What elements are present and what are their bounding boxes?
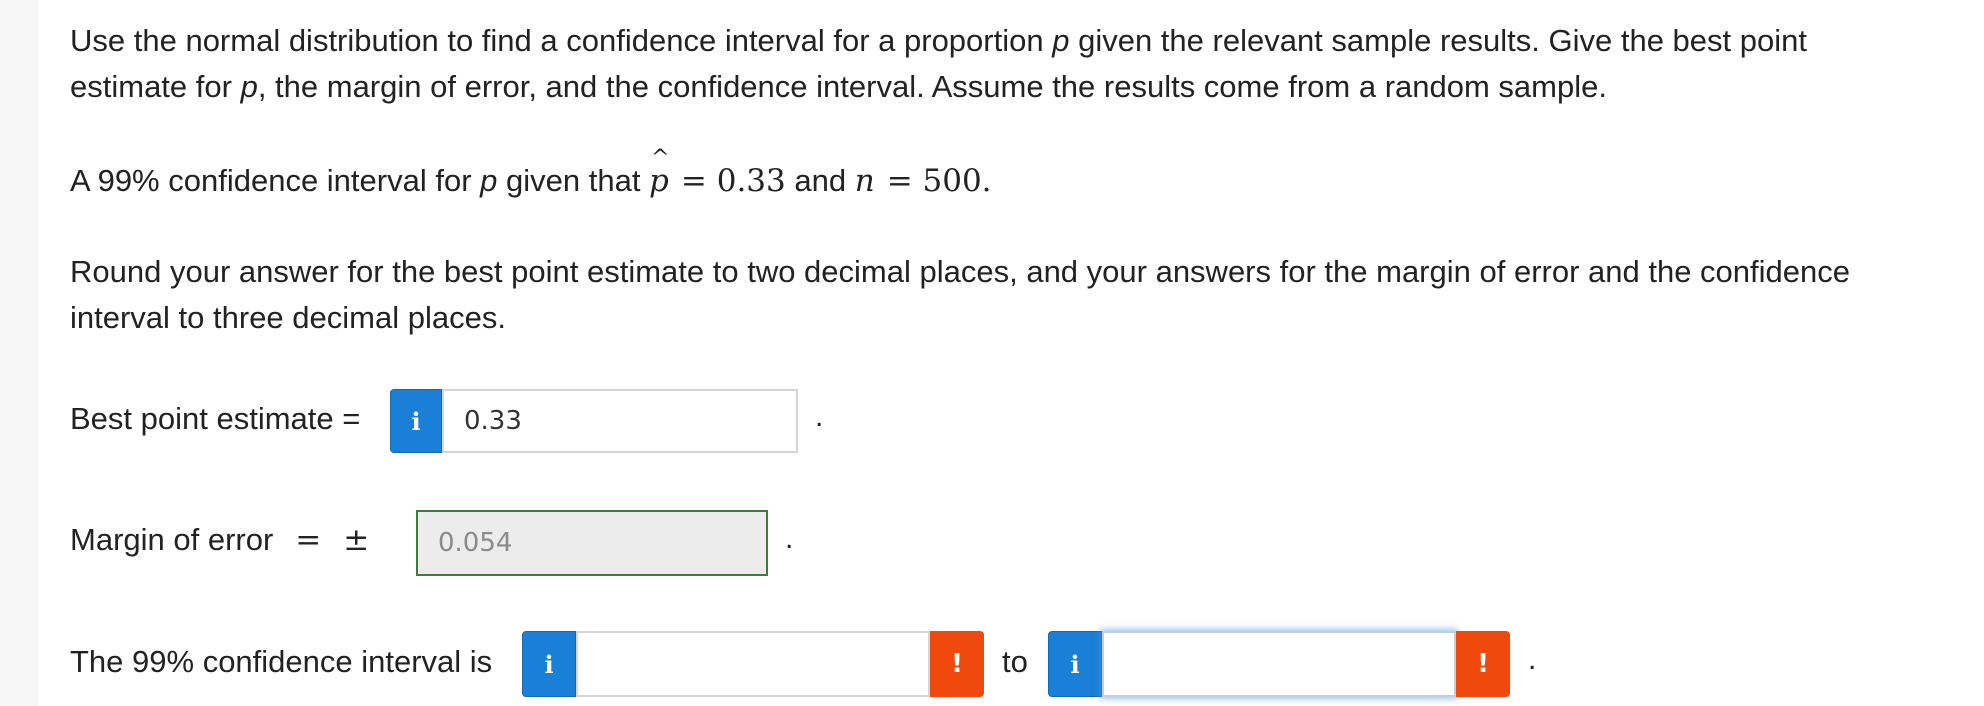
best-point-period: .: [815, 400, 824, 433]
problem-text: A 99% confidence interval for: [70, 163, 481, 198]
info-icon: i: [544, 649, 554, 679]
problem-statement: A 99% confidence interval for p given th…: [70, 146, 992, 204]
problem-text: and: [785, 163, 855, 198]
best-point-label: Best point estimate =: [70, 401, 361, 436]
intro-line-1: Use the normal distribution to find a co…: [70, 18, 1807, 64]
interval-lower-warning-button[interactable]: !: [930, 631, 984, 697]
n-symbol: n: [854, 163, 875, 199]
p-hat-value: = 0.33: [680, 163, 786, 199]
problem-text: given that: [497, 163, 650, 198]
info-icon: i: [411, 406, 421, 436]
confidence-interval-label: The 99% confidence interval is: [70, 644, 493, 679]
interval-upper-info-button[interactable]: i: [1048, 631, 1102, 697]
intro-text: Use the normal distribution to find a co…: [70, 23, 1053, 58]
n-value: = 500.: [886, 163, 992, 199]
margin-period: .: [785, 522, 794, 555]
variable-p: p: [240, 69, 258, 104]
rounding-instructions-line-1: Round your answer for the best point est…: [70, 249, 1850, 295]
best-point-info-button[interactable]: i: [390, 389, 442, 453]
best-point-value: 0.33: [464, 406, 522, 436]
margin-label-text: Margin of error: [70, 522, 274, 557]
hat-accent: ^: [651, 146, 670, 171]
exclamation-icon: !: [951, 649, 963, 679]
p-hat-symbol: ^ p: [649, 146, 669, 204]
exclamation-icon: !: [1477, 649, 1489, 679]
interval-lower-input[interactable]: [576, 631, 930, 697]
margin-of-error-input[interactable]: 0.054: [416, 510, 768, 576]
margin-of-error-value: 0.054: [438, 528, 513, 558]
intro-text: , the margin of error, and the confidenc…: [257, 69, 1607, 104]
rounding-text: Round your answer for the best point est…: [70, 254, 1851, 289]
variable-p: p: [480, 163, 498, 198]
interval-period: .: [1528, 643, 1537, 676]
margin-of-error-label: Margin of error = ±: [70, 520, 369, 560]
rounding-text: interval to three decimal places.: [70, 300, 506, 335]
intro-text: given the relevant sample results. Give …: [1069, 23, 1807, 58]
equals-sign: =: [295, 522, 322, 558]
interval-upper-warning-button[interactable]: !: [1456, 631, 1510, 697]
best-point-input[interactable]: 0.33: [442, 389, 798, 453]
interval-lower-info-button[interactable]: i: [522, 631, 576, 697]
plus-minus-sign: ±: [343, 522, 370, 558]
intro-line-2: estimate for p, the margin of error, and…: [70, 64, 1607, 110]
interval-upper-input[interactable]: [1102, 631, 1456, 697]
to-label: to: [1002, 644, 1028, 679]
rounding-instructions-line-2: interval to three decimal places.: [70, 295, 506, 341]
intro-text: estimate for: [70, 69, 241, 104]
info-icon: i: [1070, 649, 1080, 679]
variable-p: p: [1052, 23, 1070, 58]
